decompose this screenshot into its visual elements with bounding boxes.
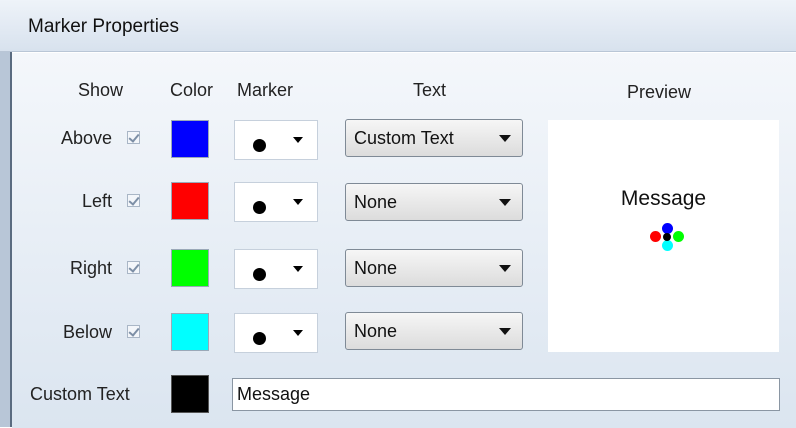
chevron-down-icon bbox=[293, 199, 303, 205]
header-marker: Marker bbox=[237, 80, 294, 100]
chevron-down-icon bbox=[499, 265, 511, 272]
right-color-swatch[interactable] bbox=[171, 249, 209, 287]
below-text-value: None bbox=[354, 321, 398, 341]
header-text: Text bbox=[413, 80, 447, 100]
left-text-value: None bbox=[354, 192, 398, 212]
show-above-checkbox[interactable] bbox=[127, 131, 140, 144]
preview-canvas: Message bbox=[548, 120, 779, 352]
above-text-value: Custom Text bbox=[354, 128, 454, 148]
preview-marker-right bbox=[673, 231, 684, 242]
show-left-checkbox[interactable] bbox=[127, 194, 140, 207]
chevron-down-icon bbox=[499, 328, 511, 335]
header-show: Show bbox=[78, 80, 124, 100]
header-color: Color bbox=[170, 80, 214, 100]
preview-message: Message bbox=[620, 187, 707, 210]
row-label-above: Above bbox=[60, 128, 112, 148]
above-marker-dropdown[interactable] bbox=[234, 120, 318, 160]
header-preview: Preview bbox=[627, 82, 692, 102]
right-marker-dropdown[interactable] bbox=[234, 249, 318, 289]
marker-properties-window: Marker Properties Show Color Marker Text… bbox=[0, 0, 796, 428]
filled-circle-icon bbox=[253, 201, 266, 214]
below-color-swatch[interactable] bbox=[171, 313, 209, 351]
chevron-down-icon bbox=[293, 266, 303, 272]
preview-marker-left bbox=[650, 231, 661, 242]
window-title: Marker Properties bbox=[28, 16, 179, 37]
left-marker-dropdown[interactable] bbox=[234, 182, 318, 222]
left-text-dropdown[interactable]: None bbox=[345, 183, 523, 221]
show-below-checkbox[interactable] bbox=[127, 325, 140, 338]
filled-circle-icon bbox=[253, 332, 266, 345]
title-bar: Marker Properties bbox=[0, 0, 796, 52]
show-right-checkbox[interactable] bbox=[127, 261, 140, 274]
chevron-down-icon bbox=[293, 137, 303, 143]
below-marker-dropdown[interactable] bbox=[234, 313, 318, 353]
filled-circle-icon bbox=[253, 139, 266, 152]
chevron-down-icon bbox=[499, 199, 511, 206]
above-text-dropdown[interactable]: Custom Text bbox=[345, 119, 523, 157]
below-text-dropdown[interactable]: None bbox=[345, 312, 523, 350]
chevron-down-icon bbox=[499, 135, 511, 142]
right-text-value: None bbox=[354, 258, 398, 278]
window-left-border bbox=[0, 52, 10, 427]
above-color-swatch[interactable] bbox=[171, 120, 209, 158]
filled-circle-icon bbox=[253, 268, 266, 281]
custom-text-input[interactable] bbox=[232, 378, 780, 411]
preview-marker-center bbox=[663, 233, 671, 241]
chevron-down-icon bbox=[293, 330, 303, 336]
row-label-below: Below bbox=[62, 322, 112, 342]
left-color-swatch[interactable] bbox=[171, 182, 209, 220]
custom-text-label: Custom Text bbox=[30, 384, 130, 404]
preview-marker-below bbox=[662, 240, 673, 251]
row-label-left: Left bbox=[81, 191, 112, 211]
custom-text-color-swatch[interactable] bbox=[171, 375, 209, 413]
row-label-right: Right bbox=[69, 258, 112, 278]
right-text-dropdown[interactable]: None bbox=[345, 249, 523, 287]
